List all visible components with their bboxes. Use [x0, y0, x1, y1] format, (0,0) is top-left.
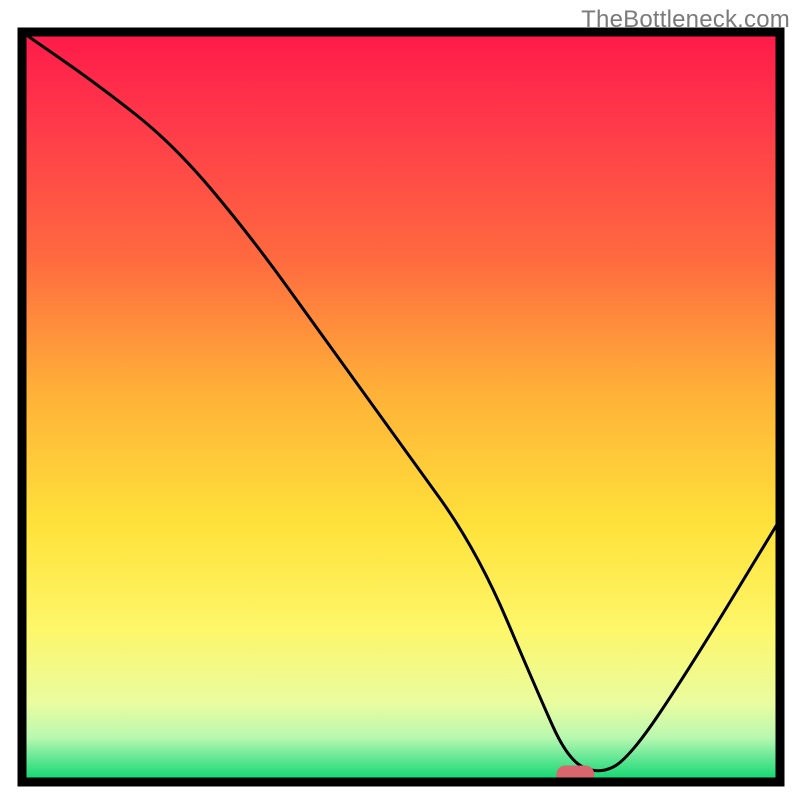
- plot-background: [26, 36, 776, 778]
- watermark-text: TheBottleneck.com: [581, 6, 790, 34]
- chart-container: TheBottleneck.com: [0, 0, 800, 800]
- bottleneck-chart: [0, 0, 800, 800]
